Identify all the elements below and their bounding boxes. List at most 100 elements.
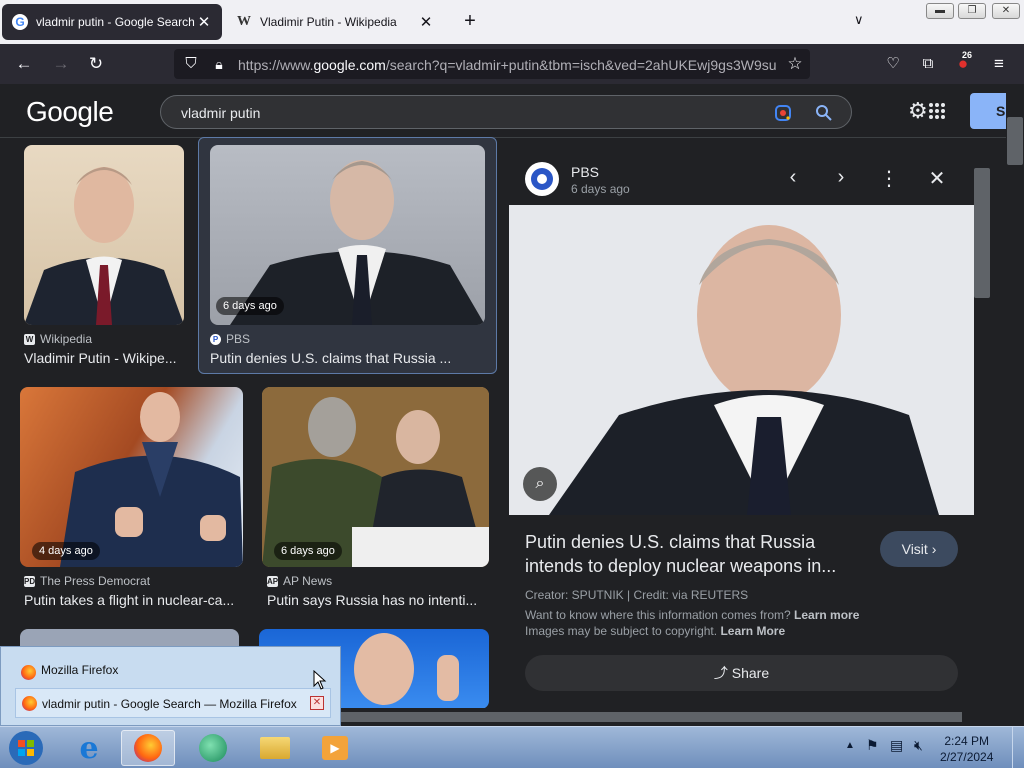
scrollbar-thumb[interactable] [1007,117,1023,165]
popup-window-item[interactable]: vladmir putin - Google Search — Mozilla … [15,688,331,718]
result-title[interactable]: Putin denies U.S. claims that Russia ... [210,350,490,366]
windows-logo-icon [9,731,43,765]
settings-gear-icon[interactable]: ⚙ [908,98,928,124]
lock-icon[interactable]: 🔒︎ [208,53,230,75]
popup-title: Mozilla Firefox [41,663,119,677]
media-player-taskbar-icon[interactable]: ▶ [308,730,362,766]
panel-date: 6 days ago [571,182,630,196]
result-thumbnail[interactable] [24,145,184,325]
tab-title: Vladimir Putin - Wikipedia [260,15,397,29]
horizontal-scrollbar-thumb[interactable] [330,712,962,722]
panel-title[interactable]: Putin denies U.S. claims that Russia int… [525,530,855,578]
result-thumbnail[interactable]: 6 days ago [262,387,489,567]
close-panel-icon[interactable]: ✕ [925,166,949,191]
tab-wikipedia[interactable]: W Vladimir Putin - Wikipedia ✕ [226,3,444,41]
start-button[interactable] [4,730,48,766]
share-button[interactable]: ⤴ Share [525,655,958,691]
tracking-shield-icon[interactable]: ⛉ [180,53,202,75]
pbs-icon: P [210,333,221,345]
play-video-icon: ▶ [322,736,348,760]
result-thumbnail[interactable]: 4 days ago [20,387,243,567]
bookmark-star-icon[interactable]: ☆ [784,53,806,75]
messenger-taskbar-icon[interactable] [186,730,240,766]
result-source: W Wikipedia [24,332,93,346]
firefox-icon [134,734,162,762]
pbs-logo[interactable] [525,162,559,196]
more-options-icon[interactable]: ⋮ [877,166,901,191]
lens-search-icon[interactable]: ⌕ [523,467,557,501]
result-title[interactable]: Putin says Russia has no intenti... [267,592,487,608]
visit-button[interactable]: Visit › [880,531,958,567]
result-age-badge: 6 days ago [216,297,284,315]
show-hidden-icons-chevron-icon[interactable]: ▲ [845,740,855,751]
navigation-toolbar: ← → ↻ ⛉ 🔒︎ https://www.google.com/search… [0,44,1024,84]
address-bar[interactable]: ⛉ 🔒︎ https://www.google.com/search?q=vla… [174,49,810,79]
learn-more-link[interactable]: Learn more [794,608,859,622]
press-democrat-icon: PD [24,575,36,587]
previous-chevron-icon[interactable]: ‹ [781,166,805,189]
folder-icon [260,737,290,759]
wikipedia-favicon-icon: W [237,14,251,29]
action-center-flag-icon[interactable]: ⚑ [866,737,879,754]
close-window-button[interactable]: ✕ [992,3,1020,19]
putin-preview-image [509,205,974,515]
google-logo[interactable]: Google [26,96,114,128]
firefox-icon [22,696,37,711]
result-title[interactable]: Vladimir Putin - Wikipe... [24,350,184,366]
google-favicon-icon: G [12,14,28,30]
pbs-icon [531,168,553,190]
search-box[interactable]: vladmir putin [160,95,852,129]
wikipedia-icon: W [24,333,35,345]
internet-explorer-icon: e [79,730,99,766]
search-icon[interactable] [815,104,833,122]
forward-arrow-icon[interactable]: → [50,53,72,75]
file-explorer-taskbar-icon[interactable] [248,730,302,766]
tab-title: vladmir putin - Google Search [36,15,195,29]
putin-flight-image [60,392,243,567]
new-tab-icon[interactable]: + [458,10,482,33]
firefox-taskbar-button[interactable] [121,730,175,766]
image-preview-panel: PBS 6 days ago ‹ › ⋮ ✕ ⌕ Putin denies U.… [509,152,991,707]
system-clock[interactable]: 2:24 PM 2/27/2024 [940,733,993,765]
next-chevron-icon[interactable]: › [829,166,853,189]
url-text: https://www.google.com/search?q=vladmir+… [238,57,777,73]
mouse-cursor-icon [313,670,327,690]
pocket-icon[interactable]: ♡ [882,53,904,75]
result-thumbnail[interactable]: 6 days ago [210,145,485,325]
google-lens-icon[interactable] [774,104,792,122]
restore-button[interactable]: ❐ [958,3,986,19]
chat-app-icon [199,734,227,762]
vertical-scrollbar[interactable] [1006,84,1024,724]
list-all-tabs-chevron-icon[interactable]: ∨ [854,12,864,28]
result-age-badge: 6 days ago [274,542,342,560]
extensions-puzzle-icon[interactable]: ⧉ [917,53,939,75]
putin-meeting-image [262,387,489,567]
google-header: Google vladmir putin ⚙ Si [0,84,1024,138]
reload-icon[interactable]: ↻ [85,53,107,75]
putin-portrait-image [24,167,184,325]
share-icon: ⤴ [713,665,728,681]
result-source: P PBS [210,332,250,346]
taskbar-thumbnail-popup: Mozilla Firefox vladmir putin - Google S… [0,646,341,726]
panel-source-name[interactable]: PBS [571,164,599,180]
network-icon[interactable]: ▤ [890,737,903,754]
hamburger-menu-icon[interactable]: ≡ [988,53,1010,75]
tab-google-search[interactable]: G vladmir putin - Google Search ✕ [2,4,222,40]
apps-grid-icon[interactable] [928,102,946,120]
minimize-button[interactable]: ▬ [926,3,954,19]
volume-muted-icon[interactable]: 🔇︎ [914,737,923,754]
search-input[interactable]: vladmir putin [181,105,260,121]
back-arrow-icon[interactable]: ← [13,53,35,75]
close-tab-icon[interactable]: ✕ [418,13,434,31]
close-tab-icon[interactable]: ✕ [196,13,212,31]
tab-bar: G vladmir putin - Google Search ✕ W Vlad… [0,0,1024,44]
learn-more-copyright-link[interactable]: Learn More [720,624,785,638]
result-title[interactable]: Putin takes a flight in nuclear-ca... [24,592,244,608]
show-desktop-button[interactable] [1012,727,1024,768]
clock-time: 2:24 PM [944,734,990,748]
result-age-badge: 4 days ago [32,542,100,560]
internet-explorer-taskbar-icon[interactable]: e [62,730,116,766]
close-window-icon[interactable]: ✕ [310,696,324,710]
panel-scrollbar-thumb[interactable] [974,168,990,298]
panel-preview-image[interactable]: ⌕ [509,205,974,515]
